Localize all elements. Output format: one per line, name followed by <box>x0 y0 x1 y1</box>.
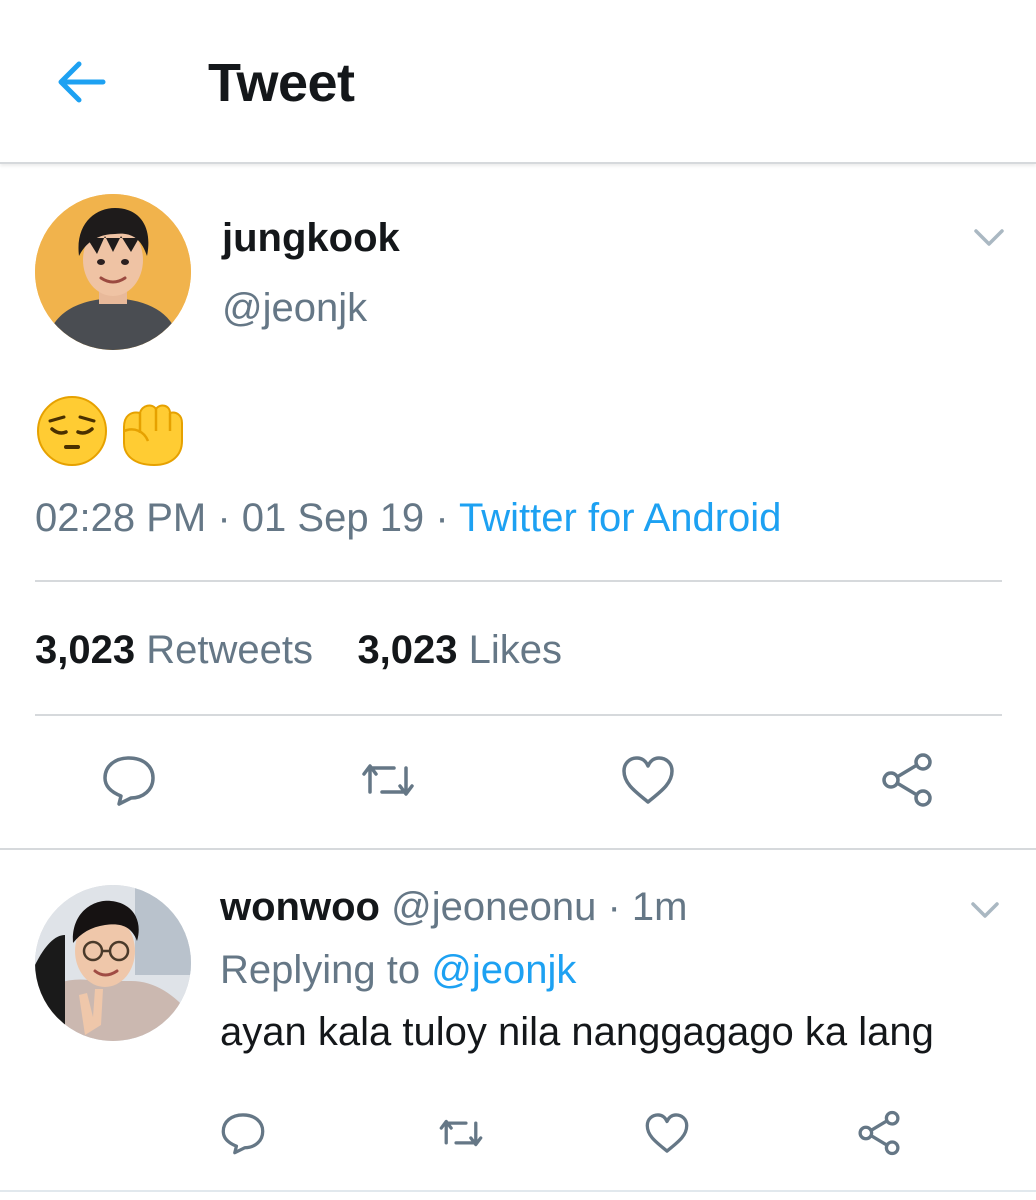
reply-author-handle[interactable]: @jeoneonu <box>391 885 596 929</box>
tweet-stats: 3,023 Retweets 3,023 Likes <box>35 624 562 676</box>
tweet-time: 02:28 PM <box>35 496 207 540</box>
page-title: Tweet <box>208 53 355 113</box>
reply-icon[interactable] <box>220 1110 266 1156</box>
share-icon[interactable] <box>856 1110 902 1156</box>
tweet-timestamp: 02:28 PM · 01 Sep 19 · Twitter for Andro… <box>35 492 781 544</box>
meta-separator: · <box>217 496 231 540</box>
raised-fist-icon <box>123 404 183 467</box>
like-icon[interactable] <box>620 752 676 808</box>
share-icon[interactable] <box>879 752 935 808</box>
reply-text: ayan kala tuloy nila nanggagago ka lang <box>220 1010 934 1054</box>
retweets-count: 3,023 <box>35 628 136 672</box>
replying-to-label: Replying to <box>220 948 421 992</box>
meta-separator: · <box>435 496 449 540</box>
divider <box>0 848 1036 850</box>
retweets-stat[interactable]: 3,023 Retweets <box>35 628 313 672</box>
tweet-source-link[interactable]: Twitter for Android <box>459 496 781 540</box>
top-app-bar <box>0 0 1036 164</box>
likes-count: 3,023 <box>357 628 458 672</box>
author-display-name[interactable]: jungkook <box>222 214 400 262</box>
likes-label: Likes <box>468 628 563 672</box>
avatar[interactable] <box>35 885 191 1041</box>
mention-link[interactable]: @jeonjk <box>431 948 576 992</box>
divider <box>0 1190 1036 1192</box>
divider <box>35 714 1002 716</box>
tweet-date: 01 Sep 19 <box>241 496 425 540</box>
retweets-label: Retweets <box>146 628 313 672</box>
retweet-icon[interactable] <box>438 1110 484 1156</box>
reply-timestamp: 1m <box>631 885 688 929</box>
chevron-down-icon[interactable] <box>970 222 1008 252</box>
reply-icon[interactable] <box>101 752 157 808</box>
pensive-face-icon <box>37 396 183 467</box>
reply-author-name[interactable]: wonwoo <box>220 885 380 929</box>
divider <box>35 580 1002 582</box>
likes-stat[interactable]: 3,023 Likes <box>357 628 562 672</box>
meta-separator: · <box>607 885 621 929</box>
back-arrow-icon[interactable] <box>55 55 109 109</box>
chevron-down-icon[interactable] <box>968 896 1002 924</box>
like-icon[interactable] <box>644 1110 690 1156</box>
reply-header: wonwoo @jeoneonu · 1m <box>220 882 687 932</box>
retweet-icon[interactable] <box>360 752 416 808</box>
author-handle[interactable]: @jeonjk <box>222 284 367 332</box>
avatar[interactable] <box>35 194 191 350</box>
replying-to-line: Replying to @jeonjk <box>220 944 576 996</box>
tweet-text: 😔✊ <box>36 395 196 467</box>
